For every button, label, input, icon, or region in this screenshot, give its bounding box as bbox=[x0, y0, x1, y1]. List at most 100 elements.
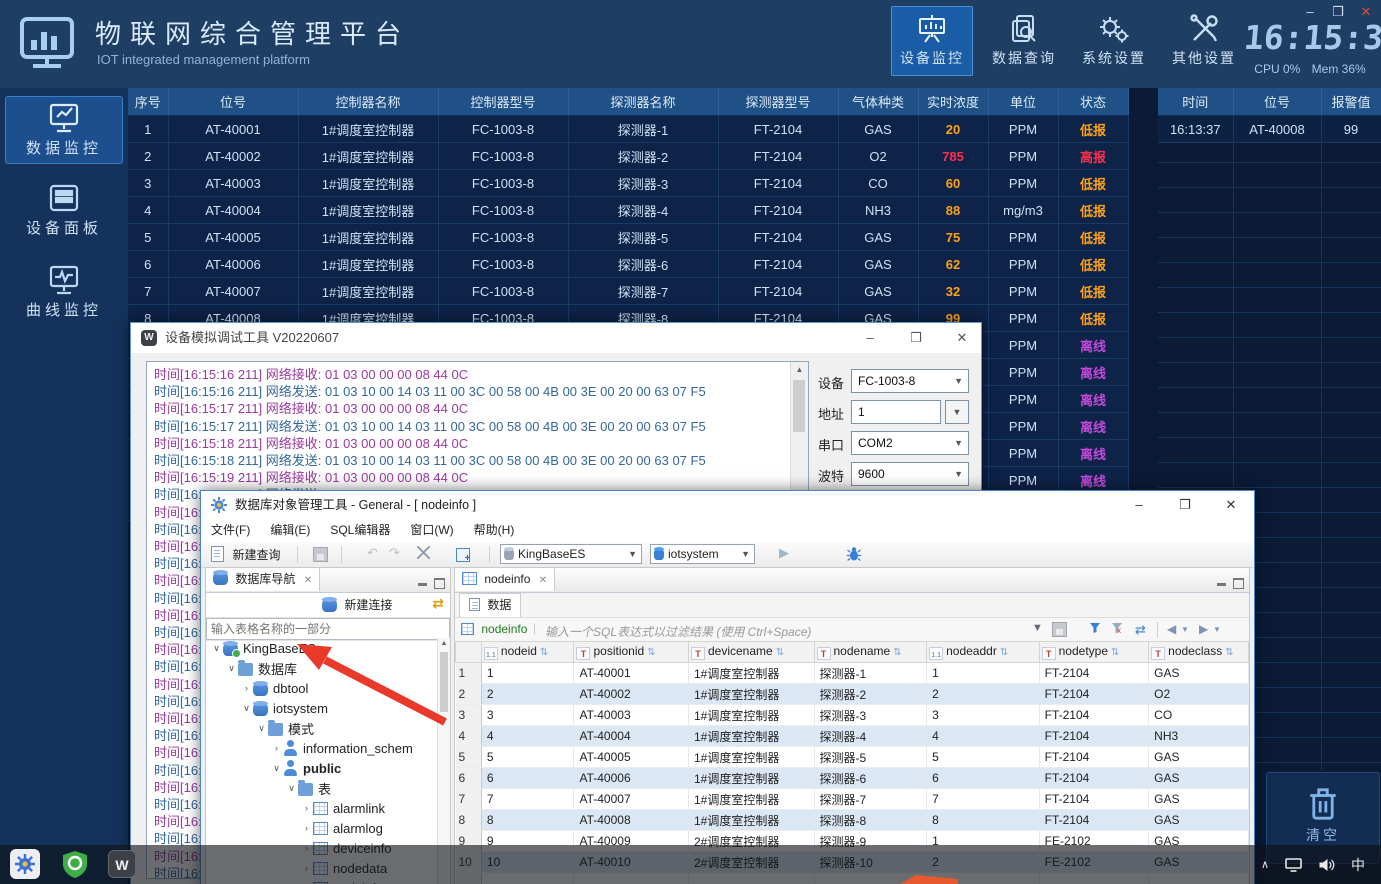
transfer-icon[interactable]: ⇄ bbox=[1135, 622, 1146, 638]
cell-nodename[interactable]: 探测器-5 bbox=[814, 747, 927, 768]
scroll-up-icon[interactable]: ▲ bbox=[791, 362, 808, 378]
table-row[interactable]: 4 AT-40004 1#调度室控制器 FC-1003-8 探测器-4 FT-2… bbox=[128, 197, 1128, 224]
port-select[interactable]: COM2▼ bbox=[851, 431, 969, 455]
cell-devicename[interactable]: 1#调度室控制器 bbox=[688, 705, 814, 726]
forward-icon[interactable]: ▶ bbox=[1199, 622, 1208, 636]
tray-expand-icon[interactable]: ∧ bbox=[1261, 858, 1269, 871]
taskbar-settings-app-icon[interactable] bbox=[10, 849, 40, 879]
cell-positionid[interactable]: AT-40001 bbox=[574, 663, 688, 684]
scroll-thumb[interactable] bbox=[793, 380, 805, 432]
tree-item[interactable]: › alarmlog bbox=[206, 818, 438, 838]
cell-nodeclass[interactable]: NH3 bbox=[1149, 726, 1249, 747]
row-number[interactable]: 3 bbox=[456, 705, 482, 726]
nav-system-settings[interactable]: 系统设置 bbox=[1073, 6, 1155, 76]
cell-nodename[interactable]: 探测器-1 bbox=[814, 663, 927, 684]
maximize-panel-icon[interactable] bbox=[1233, 578, 1244, 589]
cell-positionid[interactable]: AT-40003 bbox=[574, 705, 688, 726]
minimize-panel-icon[interactable] bbox=[1217, 583, 1226, 586]
cell-nodename[interactable]: 探测器-8 bbox=[814, 810, 927, 831]
taskbar-w-app-icon[interactable]: W bbox=[108, 850, 136, 878]
network-icon[interactable] bbox=[1285, 858, 1302, 872]
cell-nodeclass[interactable]: GAS bbox=[1149, 747, 1249, 768]
cell-nodetype[interactable]: FT-2104 bbox=[1039, 684, 1149, 705]
grid-column-header[interactable]: nodeid⇅ bbox=[481, 642, 574, 663]
sort-icon[interactable]: ⇅ bbox=[647, 647, 655, 658]
cell-devicename[interactable]: 1#调度室控制器 bbox=[688, 810, 814, 831]
db-close-button[interactable]: ✕ bbox=[1213, 491, 1249, 519]
cut-icon[interactable] bbox=[417, 546, 430, 559]
grid-row[interactable]: 5 5 AT-40005 1#调度室控制器 探测器-5 5 FT-2104 GA… bbox=[456, 747, 1249, 768]
address-input[interactable]: 1 bbox=[851, 400, 941, 424]
run-icon[interactable]: ▶ bbox=[779, 545, 789, 561]
cell-nodetype[interactable]: FT-2104 bbox=[1039, 663, 1149, 684]
expand-icon[interactable]: › bbox=[300, 803, 313, 813]
grid-row[interactable]: 2 2 AT-40002 1#调度室控制器 探测器-2 2 FT-2104 O2 bbox=[456, 684, 1249, 705]
db-minimize-button[interactable]: – bbox=[1121, 491, 1157, 519]
grid-column-header[interactable]: devicename⇅ bbox=[688, 642, 814, 663]
table-row[interactable]: 7 AT-40007 1#调度室控制器 FC-1003-8 探测器-7 FT-2… bbox=[128, 278, 1128, 305]
address-dropdown-button[interactable]: ▼ bbox=[945, 400, 969, 424]
cell-nodeclass[interactable]: GAS bbox=[1149, 768, 1249, 789]
cell-positionid[interactable]: AT-40002 bbox=[574, 684, 688, 705]
sort-icon[interactable]: ⇅ bbox=[1111, 647, 1119, 658]
db-maximize-button[interactable]: ❒ bbox=[1167, 491, 1203, 519]
expand-icon[interactable]: ∨ bbox=[270, 763, 283, 774]
cell-nodeid[interactable]: 5 bbox=[481, 747, 574, 768]
cell-positionid[interactable]: AT-40005 bbox=[574, 747, 688, 768]
speaker-icon[interactable] bbox=[1318, 858, 1335, 872]
table-row[interactable]: 2 AT-40002 1#调度室控制器 FC-1003-8 探测器-2 FT-2… bbox=[128, 143, 1128, 170]
cell-devicename[interactable]: 1#调度室控制器 bbox=[688, 726, 814, 747]
refresh-icon[interactable]: ⇄ bbox=[432, 595, 444, 612]
save-button[interactable] bbox=[313, 547, 328, 562]
scroll-thumb[interactable] bbox=[440, 652, 448, 712]
debug-bug-icon[interactable] bbox=[846, 546, 862, 562]
grid-column-header[interactable]: nodeaddr⇅ bbox=[927, 642, 1040, 663]
baud-select[interactable]: 9600▼ bbox=[851, 462, 969, 486]
cell-nodetype[interactable]: FT-2104 bbox=[1039, 705, 1149, 726]
sort-icon[interactable]: ⇅ bbox=[893, 647, 901, 658]
grid-row[interactable]: 7 7 AT-40007 1#调度室控制器 探测器-7 7 FT-2104 GA… bbox=[456, 789, 1249, 810]
corner-cell[interactable] bbox=[456, 642, 482, 663]
expand-icon[interactable]: › bbox=[270, 743, 283, 753]
add-panel-icon[interactable] bbox=[456, 548, 470, 562]
cell-devicename[interactable]: 1#调度室控制器 bbox=[688, 747, 814, 768]
table-row[interactable]: 3 AT-40003 1#调度室控制器 FC-1003-8 探测器-3 FT-2… bbox=[128, 170, 1128, 197]
new-connection-button[interactable]: 新建连接 bbox=[322, 596, 392, 613]
clear-filter-icon[interactable]: x bbox=[1111, 622, 1123, 634]
expand-icon[interactable]: ∨ bbox=[255, 723, 268, 734]
menu-item[interactable]: 文件(F) bbox=[201, 519, 260, 542]
tree-item[interactable]: ∨ 表 bbox=[206, 778, 438, 798]
grid-row[interactable]: 6 6 AT-40006 1#调度室控制器 探测器-6 6 FT-2104 GA… bbox=[456, 768, 1249, 789]
redo-icon[interactable]: ↷ bbox=[389, 545, 400, 561]
tree-item[interactable]: › information_schem bbox=[206, 738, 438, 758]
grid-row[interactable]: 4 4 AT-40004 1#调度室控制器 探测器-4 4 FT-2104 NH… bbox=[456, 726, 1249, 747]
sort-icon[interactable]: ⇅ bbox=[540, 647, 548, 658]
grid-row[interactable]: 8 8 AT-40008 1#调度室控制器 探测器-8 8 FT-2104 GA… bbox=[456, 810, 1249, 831]
table-row[interactable]: 1 AT-40001 1#调度室控制器 FC-1003-8 探测器-1 FT-2… bbox=[128, 116, 1128, 143]
row-number[interactable]: 2 bbox=[456, 684, 482, 705]
sql-filter-input[interactable]: 输入一个SQL表达式以过滤结果 (使用 Ctrl+Space) bbox=[545, 623, 811, 640]
menu-item[interactable]: 帮助(H) bbox=[464, 519, 525, 542]
row-number[interactable]: 5 bbox=[456, 747, 482, 768]
tab-data[interactable]: 数据 bbox=[459, 593, 521, 617]
tab-database-navigator[interactable]: 数据库导航 ✕ bbox=[206, 568, 320, 591]
row-number[interactable]: 4 bbox=[456, 726, 482, 747]
minimize-panel-icon[interactable] bbox=[418, 583, 427, 586]
nav-other-settings[interactable]: 其他设置 bbox=[1163, 6, 1245, 76]
grid-column-header[interactable]: nodename⇅ bbox=[814, 642, 927, 663]
filter-icon[interactable] bbox=[1089, 622, 1101, 634]
undo-icon[interactable]: ↶ bbox=[367, 545, 378, 561]
table-row[interactable]: 5 AT-40005 1#调度室控制器 FC-1003-8 探测器-5 FT-2… bbox=[128, 224, 1128, 251]
cell-devicename[interactable]: 1#调度室控制器 bbox=[688, 768, 814, 789]
sort-icon[interactable]: ⇅ bbox=[776, 647, 784, 658]
cell-devicename[interactable]: 1#调度室控制器 bbox=[688, 684, 814, 705]
cell-nodetype[interactable]: FT-2104 bbox=[1039, 789, 1149, 810]
cell-nodetype[interactable]: FT-2104 bbox=[1039, 768, 1149, 789]
expand-icon[interactable]: › bbox=[300, 823, 313, 833]
tree-item[interactable]: › alarmlink bbox=[206, 798, 438, 818]
maximize-panel-icon[interactable] bbox=[434, 578, 445, 589]
table-row[interactable]: 6 AT-40006 1#调度室控制器 FC-1003-8 探测器-6 FT-2… bbox=[128, 251, 1128, 278]
debug-window-titlebar[interactable]: W 设备模拟调试工具 V20220607 – ❒ ✕ bbox=[131, 323, 981, 353]
cell-nodeaddr[interactable]: 4 bbox=[927, 726, 1040, 747]
grid-column-header[interactable]: positionid⇅ bbox=[574, 642, 688, 663]
